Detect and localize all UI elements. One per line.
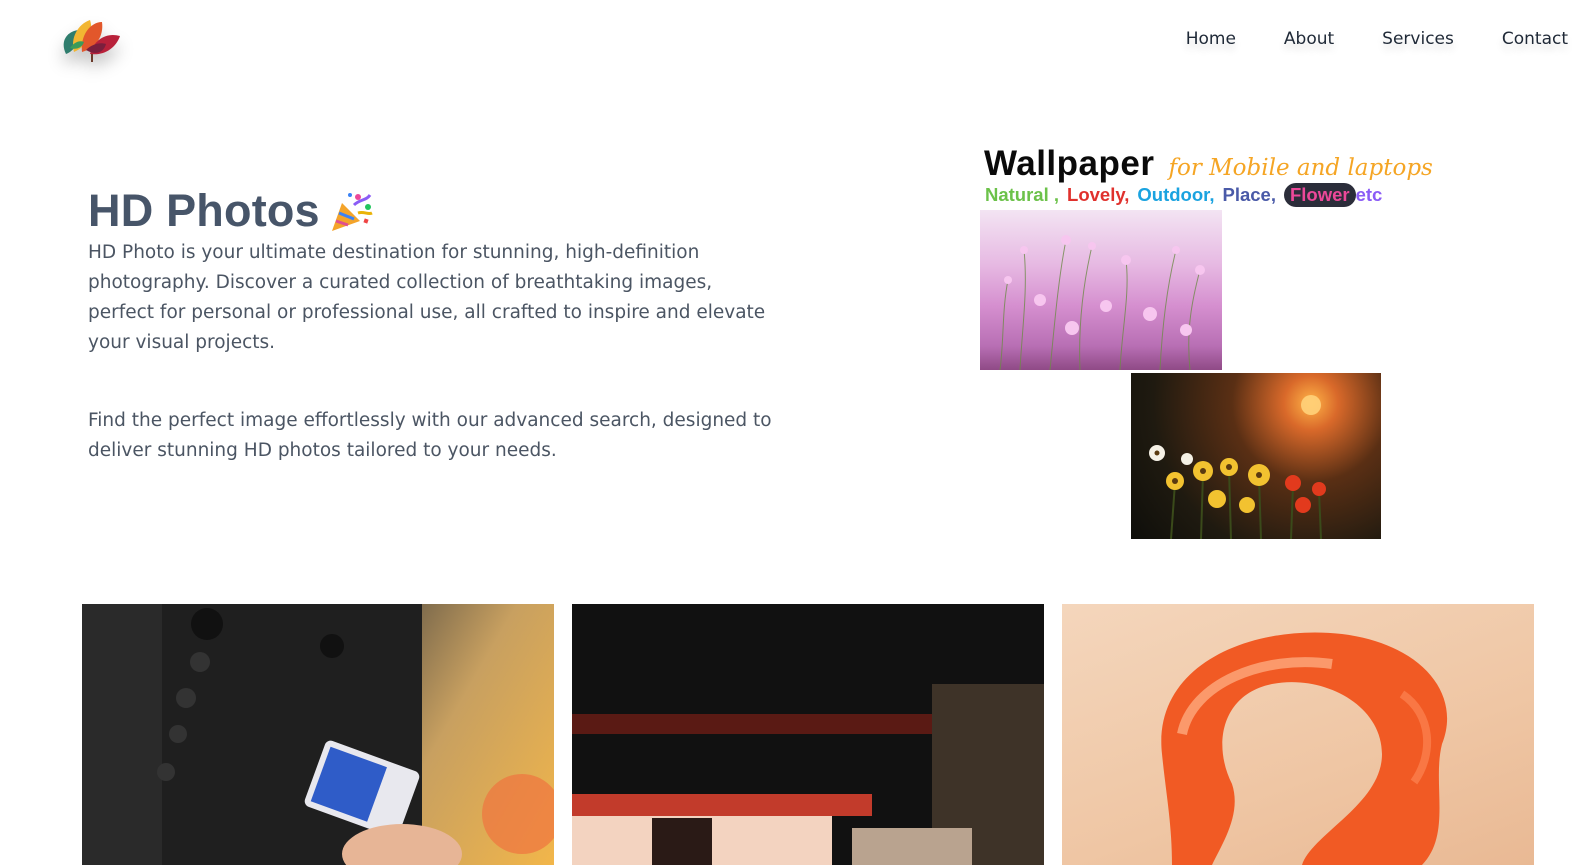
main-nav: Home About Services Contact [1162, 29, 1568, 49]
gallery-photo-night-building[interactable] [572, 604, 1044, 865]
promo-heading: Wallpaper for Mobile and laptops [984, 144, 1433, 184]
nav-services[interactable]: Services [1358, 29, 1478, 49]
gallery-photo-camera[interactable] [82, 604, 554, 865]
tag-flower: Flower [1283, 183, 1356, 207]
hero-title-row: HD Photos [88, 185, 374, 237]
hero-search-description: Find the perfect image effortlessly with… [88, 410, 772, 461]
wallpaper-promo: Wallpaper for Mobile and laptops Natural… [980, 140, 1433, 545]
hero-description: HD Photo is your ultimate destination fo… [88, 242, 766, 353]
gallery-photo-3d-ring[interactable] [1062, 604, 1534, 865]
pink-flowers-photo [980, 210, 1222, 370]
promo-subtitle: for Mobile and laptops [1168, 155, 1433, 181]
sunset-flowers-photo [1131, 373, 1381, 539]
tag-etc: etc [1355, 184, 1383, 205]
tag-lovely: Lovely, [1067, 184, 1130, 205]
tag-place: Place, [1222, 184, 1276, 205]
nav-home[interactable]: Home [1162, 29, 1260, 49]
tag-natural: Natural , [985, 184, 1060, 205]
tag-outdoor: Outdoor, [1137, 184, 1215, 205]
party-popper-icon [331, 193, 373, 231]
page: Home About Services Contact HD Photos HD… [0, 0, 1580, 865]
promo-title: Wallpaper [984, 144, 1155, 183]
autumn-leaves-logo-icon[interactable] [56, 14, 126, 66]
nav-about[interactable]: About [1260, 29, 1358, 49]
nav-contact[interactable]: Contact [1478, 29, 1568, 49]
category-tags: Natural , Lovely, Outdoor, Place, Flower… [985, 183, 1382, 207]
page-title: HD Photos [88, 185, 320, 236]
